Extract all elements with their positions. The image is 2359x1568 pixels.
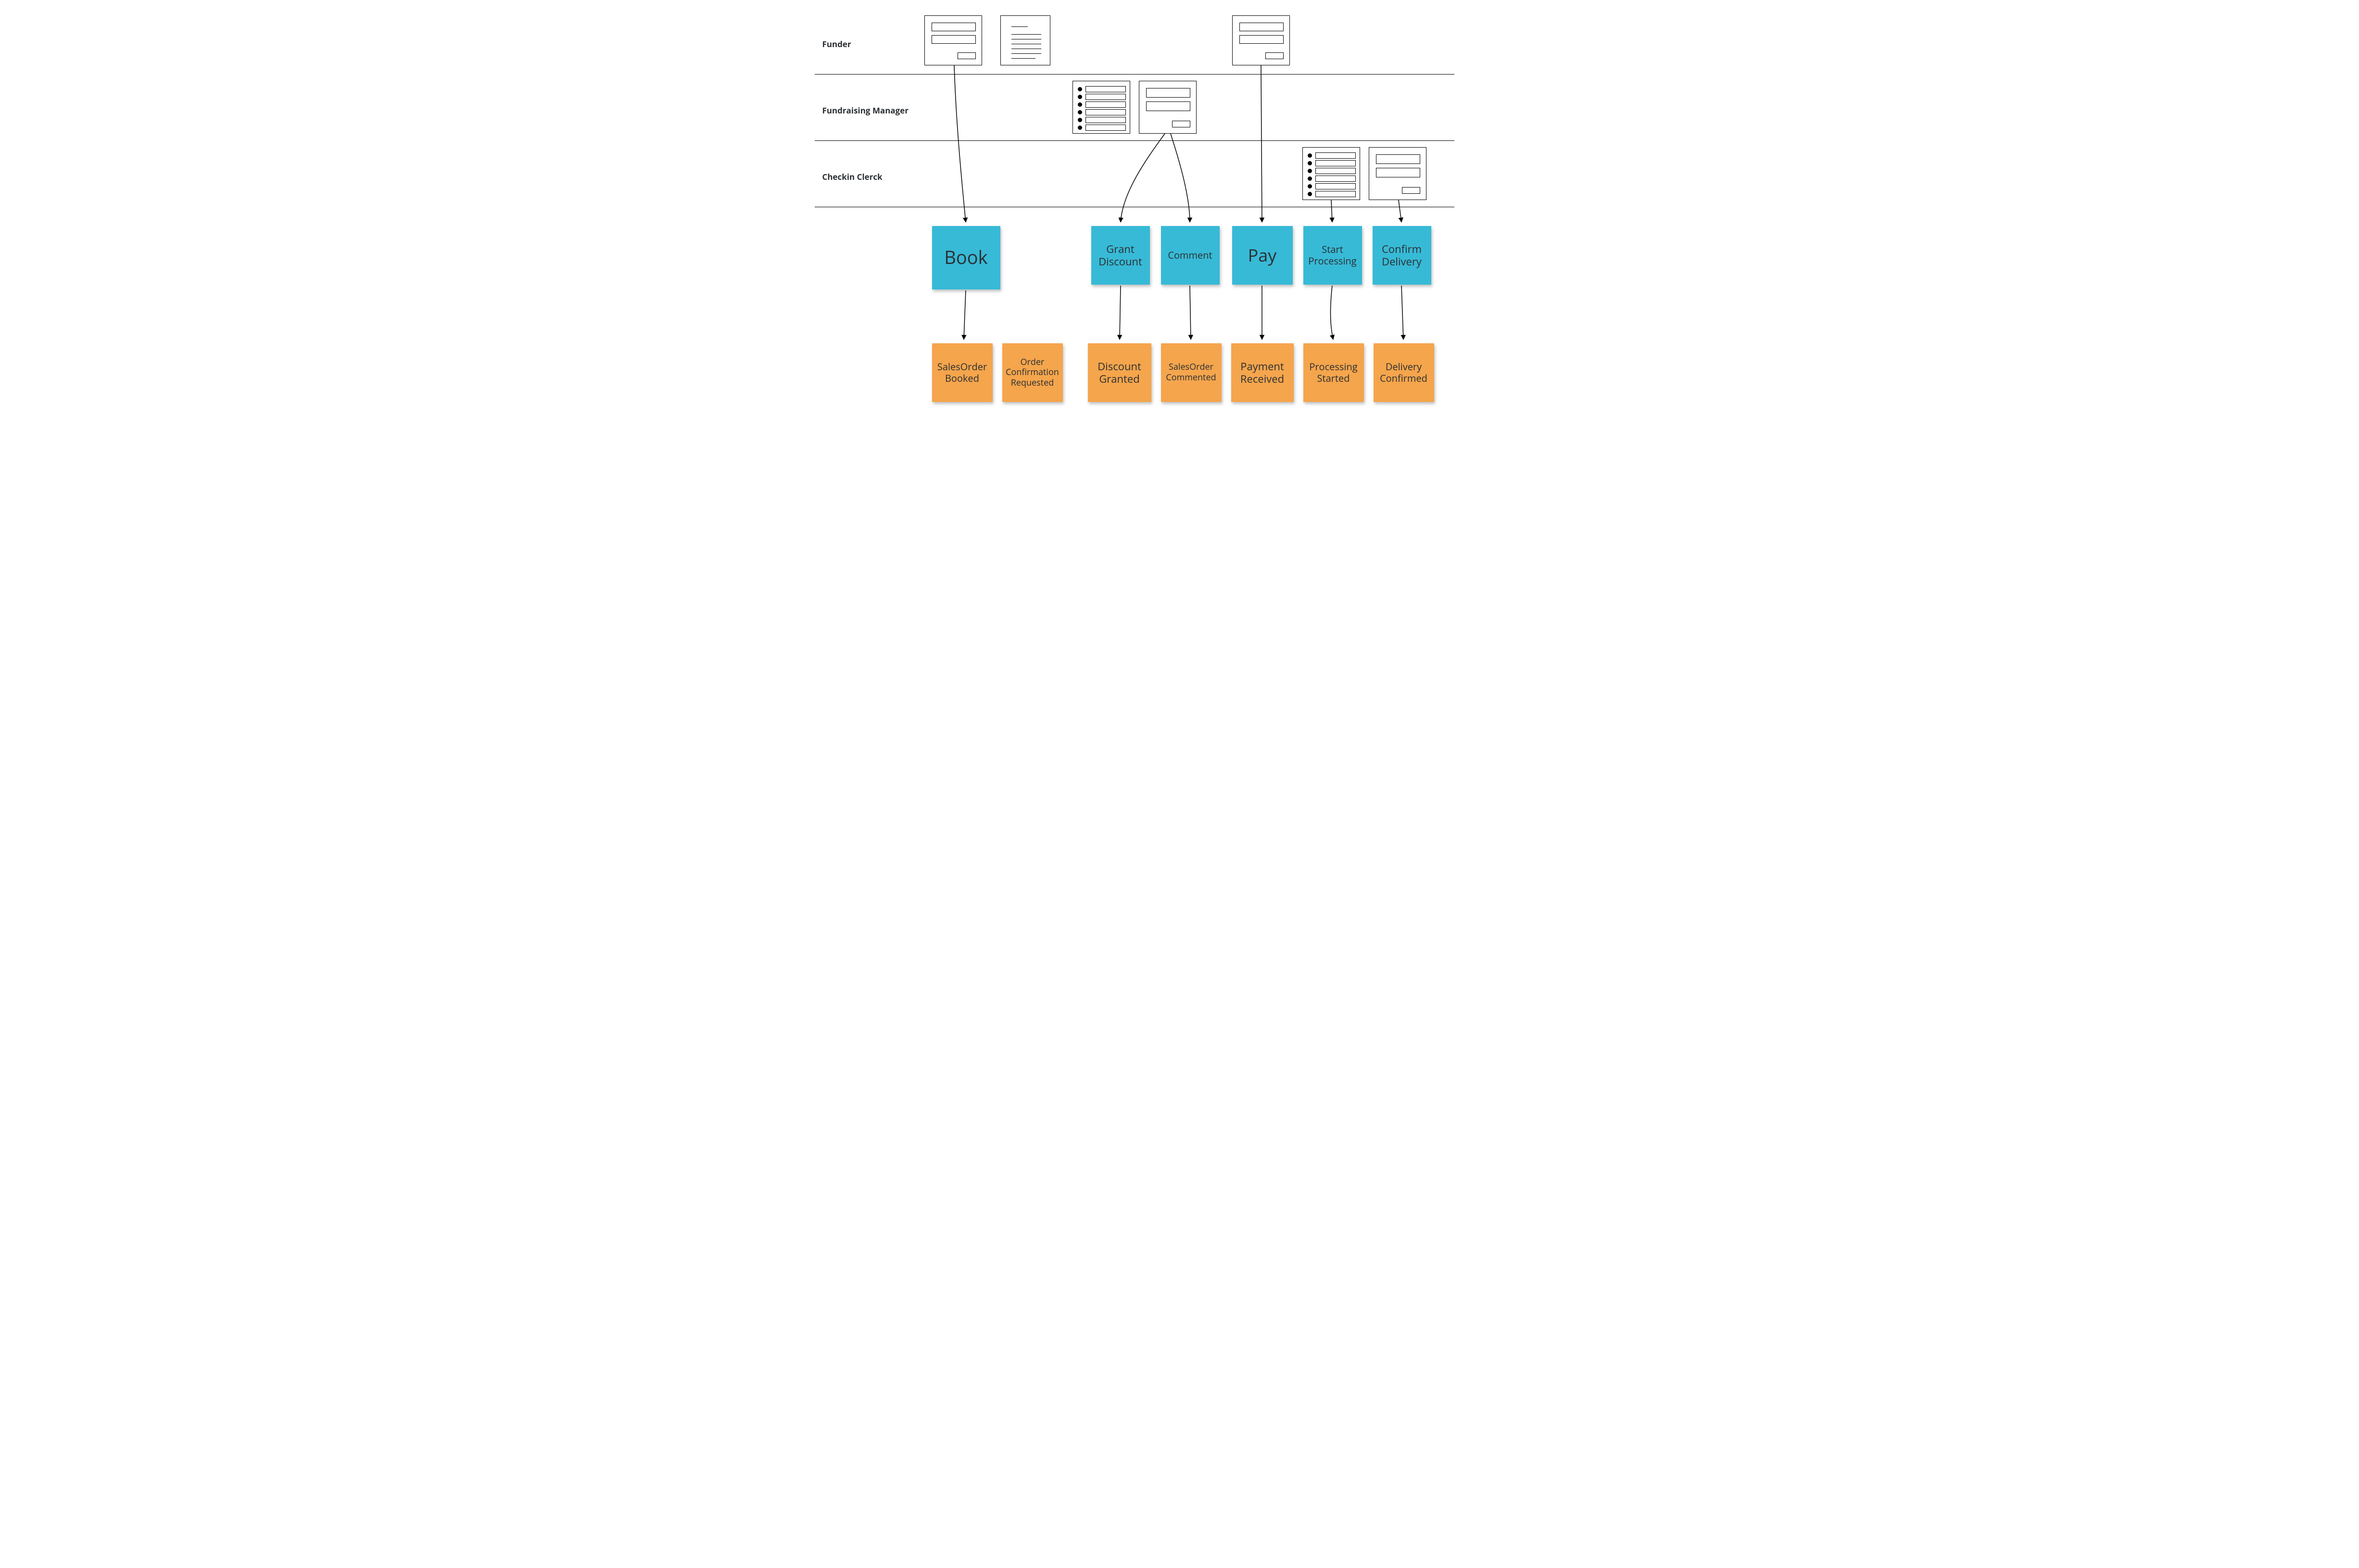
command-note-comment: Comment bbox=[1161, 226, 1220, 285]
wireframe-list-icon bbox=[1302, 147, 1360, 200]
lane-label-fundraising-manager: Fundraising Manager bbox=[822, 105, 909, 116]
wireframe-form-icon bbox=[1232, 15, 1290, 65]
command-note-grant-discount: Grant Discount bbox=[1091, 226, 1150, 285]
wireframe-list-icon bbox=[1072, 81, 1130, 134]
lane-separator bbox=[815, 74, 1454, 75]
command-note-book: Book bbox=[932, 226, 1000, 289]
command-note-start-processing: Start Processing bbox=[1303, 226, 1362, 285]
event-note-delivery-confirmed: Delivery Confirmed bbox=[1374, 343, 1434, 402]
lane-label-checkin-clerk: Checkin Clerck bbox=[822, 171, 883, 182]
event-note-order-confirmation-requested: Order Confirmation Requested bbox=[1002, 343, 1063, 402]
wireframe-form-icon bbox=[1369, 147, 1426, 200]
wireframe-form-icon bbox=[924, 15, 982, 65]
event-note-discount-granted: Discount Granted bbox=[1088, 343, 1151, 402]
event-note-processing-started: Processing Started bbox=[1303, 343, 1364, 402]
event-note-salesorder-commented: SalesOrder Commented bbox=[1161, 343, 1222, 402]
command-note-pay: Pay bbox=[1232, 226, 1293, 285]
command-note-confirm-delivery: Confirm Delivery bbox=[1373, 226, 1431, 285]
wireframe-document-icon bbox=[1000, 15, 1050, 65]
event-note-payment-received: Payment Received bbox=[1231, 343, 1294, 402]
event-note-salesorder-booked: SalesOrder Booked bbox=[932, 343, 993, 402]
lane-label-funder: Funder bbox=[822, 38, 851, 50]
event-storming-canvas: Funder Fundraising Manager Checkin Clerc… bbox=[805, 0, 1554, 498]
wireframe-form-icon bbox=[1139, 81, 1197, 134]
lane-separator bbox=[815, 140, 1454, 141]
